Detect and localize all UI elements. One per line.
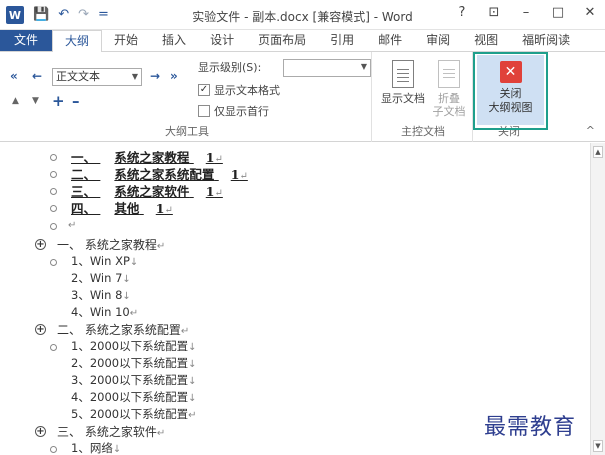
tab-insert[interactable]: 插入	[150, 30, 198, 51]
show-level-select[interactable]: ▼	[283, 59, 371, 77]
tab-view[interactable]: 视图	[462, 30, 510, 51]
show-first-line-only-checkbox[interactable]: 仅显示首行	[198, 103, 269, 119]
toc-entry[interactable]: 四、 其他 1↵	[71, 198, 173, 217]
show-document-button[interactable]: 显示文档	[381, 60, 425, 105]
outline-bullet-icon[interactable]	[50, 205, 57, 212]
outline-level-value: 正文文本	[56, 70, 100, 83]
ribbon-display-options-icon[interactable]: ⊡	[487, 5, 501, 20]
move-up-icon[interactable]: ▲	[12, 96, 19, 106]
collapse-ribbon-icon[interactable]: ^	[586, 124, 595, 137]
expand-heading-icon[interactable]: +	[35, 426, 46, 437]
ribbon-tabs: 文件 大纲 开始 插入 设计 页面布局 引用 邮件 审阅 视图 福昕阅读	[0, 30, 605, 53]
master-document-group: 显示文档 折叠 子文档 主控文档	[373, 52, 473, 142]
outline-item[interactable]: 5、2000以下系统配置↵	[71, 406, 196, 422]
help-icon[interactable]: ?	[455, 5, 469, 20]
window-controls: ? ⊡ – □ ✕	[455, 5, 597, 20]
outline-bullet-icon[interactable]	[50, 171, 57, 178]
outline-bullet-icon[interactable]	[50, 259, 57, 266]
outline-item[interactable]: 1、网络↓	[71, 440, 121, 455]
collapse-subdocuments-button[interactable]: 折叠 子文档	[429, 60, 469, 118]
outline-heading[interactable]: 一、 系统之家教程↵	[57, 236, 165, 253]
tab-review[interactable]: 审阅	[414, 30, 462, 51]
tab-design[interactable]: 设计	[198, 30, 246, 51]
master-document-group-label: 主控文档	[401, 125, 445, 138]
outline-bullet-icon[interactable]	[50, 154, 57, 161]
outline-item[interactable]: 1、Win XP↓	[71, 253, 138, 269]
show-text-format-checkbox[interactable]: ✓ 显示文本格式	[198, 82, 280, 98]
outline-level-select[interactable]: 正文文本 ▼	[52, 68, 142, 86]
outline-item[interactable]: 3、2000以下系统配置↓	[71, 372, 196, 388]
chevron-down-icon: ▼	[131, 72, 138, 81]
scroll-down-icon[interactable]: ▼	[593, 440, 603, 452]
tab-home[interactable]: 开始	[102, 30, 150, 51]
subdocument-label: 子文档	[432, 105, 466, 118]
demote-icon[interactable]: →	[150, 69, 160, 83]
outline-item[interactable]: 1、2000以下系统配置↓	[71, 338, 196, 354]
outline-bullet-icon[interactable]	[50, 446, 57, 453]
outline-heading[interactable]: 三、 系统之家软件↵	[57, 423, 165, 440]
outline-tools-group-label: 大纲工具	[165, 125, 209, 138]
collapse-label: 折叠	[438, 92, 460, 105]
outline-bullet-icon[interactable]	[50, 223, 57, 230]
maximize-icon[interactable]: □	[551, 5, 565, 20]
expand-icon[interactable]: +	[52, 92, 65, 110]
outline-item[interactable]: 2、2000以下系统配置↓	[71, 355, 196, 371]
scroll-up-icon[interactable]: ▲	[593, 146, 603, 158]
tab-foxit-reader[interactable]: 福昕阅读	[510, 30, 582, 51]
show-text-format-label: 显示文本格式	[214, 84, 280, 97]
outline-heading[interactable]: 二、 系统之家系统配置↵	[57, 321, 189, 338]
tab-outline[interactable]: 大纲	[52, 30, 103, 53]
outline-item[interactable]: 2、Win 7↓	[71, 270, 131, 286]
minimize-icon[interactable]: –	[519, 5, 533, 20]
vertical-scrollbar[interactable]: ▲ ▼	[590, 143, 605, 455]
collapse-icon[interactable]: –	[72, 92, 80, 110]
outline-item[interactable]: 3、Win 8↓	[71, 287, 131, 303]
checkbox-unchecked-icon	[198, 105, 210, 117]
promote-to-heading1-icon[interactable]: «	[10, 69, 18, 83]
tab-page-layout[interactable]: 页面布局	[246, 30, 318, 51]
move-down-icon[interactable]: ▼	[32, 96, 39, 106]
title-bar: W 💾 ↶ ↷ = 实验文件 - 副本.docx [兼容模式] - Word ?…	[0, 0, 605, 30]
outline-bullet-icon[interactable]	[50, 188, 57, 195]
tab-mailings[interactable]: 邮件	[366, 30, 414, 51]
tab-file[interactable]: 文件	[0, 30, 53, 51]
expand-heading-icon[interactable]: +	[35, 324, 46, 335]
show-level-label: 显示级别(S):	[198, 61, 262, 74]
outline-item[interactable]: 4、Win 10↵	[71, 304, 138, 320]
empty-paragraph[interactable]: ↵	[68, 217, 76, 231]
checkbox-checked-icon: ✓	[198, 84, 210, 96]
watermark-logo: 最需教育	[484, 415, 577, 440]
promote-icon[interactable]: ←	[32, 69, 42, 83]
close-button-highlight	[473, 52, 548, 130]
outline-bullet-icon[interactable]	[50, 344, 57, 351]
close-window-icon[interactable]: ✕	[583, 5, 597, 20]
chevron-down-icon: ▼	[360, 62, 367, 71]
tab-references[interactable]: 引用	[318, 30, 366, 51]
expand-heading-icon[interactable]: +	[35, 239, 46, 250]
outline-item[interactable]: 4、2000以下系统配置↓	[71, 389, 196, 405]
show-document-label: 显示文档	[381, 92, 425, 105]
show-document-icon	[392, 60, 414, 88]
collapse-subdocuments-icon	[438, 60, 460, 88]
outline-tools-group: « ← 正文文本 ▼ → » ▲ ▼ + – 显示级别(S): ▼ ✓ 显示文本…	[0, 52, 372, 142]
demote-to-body-text-icon[interactable]: »	[170, 69, 178, 83]
show-first-line-only-label: 仅显示首行	[214, 105, 269, 118]
